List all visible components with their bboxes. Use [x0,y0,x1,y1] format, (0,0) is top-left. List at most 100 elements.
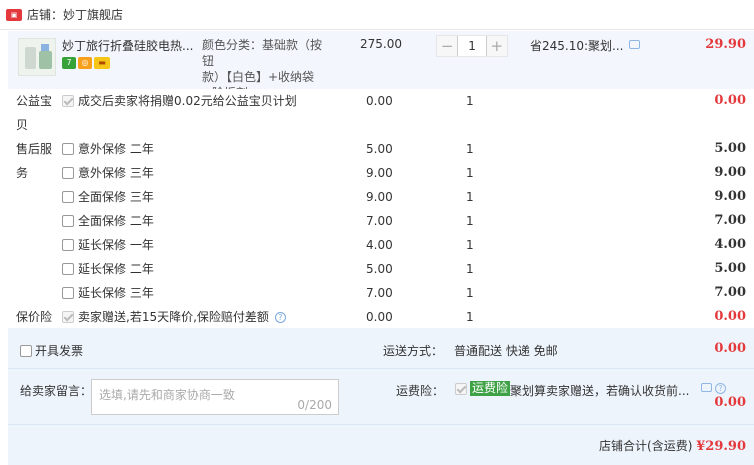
service-name: 延长保修 三年 [78,281,154,305]
service-name-text: 意外保修 三年 [78,166,154,180]
quantity-plus-button[interactable]: + [486,36,508,56]
service-name-text: 意外保修 二年 [78,142,154,156]
service-row: 全面保修 三年 9.00 1 9.00 [8,185,754,209]
service-row: 延长保修 三年 7.00 1 7.00 [8,281,754,305]
service-checkbox[interactable] [62,215,74,227]
guarantee-icon: ◎ [78,57,92,69]
service-row: 贝 [8,113,754,137]
service-qty: 1 [466,310,474,324]
service-name: 延长保修 一年 [78,233,154,257]
service-checkbox[interactable] [62,167,74,179]
insurance-tag: 运费险 [470,381,511,396]
shop-total: 店铺合计(含运费) ¥29.90 [599,437,746,454]
order-footer: 开具发票 运送方式： 普通配送 快递 免邮 0.00 给卖家留言： 选填,请先和… [8,328,754,465]
insurance-icons: ? [701,383,726,394]
service-qty: 1 [466,286,474,300]
service-name: 意外保修 三年 [78,161,154,185]
invoice-label: 开具发票 [35,344,84,358]
unit-price: 275.00 [360,37,402,51]
sku-line-2: 款）【白色】+收纳袋 [202,70,315,84]
item-subtotal: 29.90 [705,37,746,52]
shop-total-amount: ¥29.90 [696,439,746,454]
service-checkbox[interactable] [62,263,74,275]
quantity-input[interactable]: 1 [457,36,487,56]
service-subtotal: 9.00 [714,165,746,180]
service-row: 全面保修 二年 7.00 1 7.00 [8,209,754,233]
service-checkbox[interactable] [62,311,74,323]
service-qty: 1 [466,166,474,180]
service-subtotal: 0.00 [714,93,746,108]
message-icon[interactable] [629,40,640,49]
service-subtotal: 0.00 [714,309,746,324]
shipping-label: 运送方式： [383,344,444,358]
service-name: 全面保修 二年 [78,209,154,233]
service-name: 全面保修 三年 [78,185,154,209]
divider [8,368,754,369]
shipping-method[interactable]: 普通配送 快递 免邮 [454,342,558,359]
insurance-checkbox[interactable] [455,383,467,395]
service-qty: 1 [466,262,474,276]
service-name: 延长保修 二年 [78,257,154,281]
service-price: 7.00 [366,286,393,300]
service-price: 0.00 [366,94,393,108]
service-name: 成交后卖家将捐赠0.02元给公益宝贝计划 [78,89,297,113]
insurance-description: 聚划算卖家赠送，若确认收货前... [510,384,690,398]
seven-day-return-icon: 7 [62,57,76,69]
invoice-option[interactable]: 开具发票 [20,342,83,359]
service-name-text: 延长保修 二年 [78,262,154,276]
service-checkbox[interactable] [62,239,74,251]
product-badges: 7 ◎ ▬ [62,57,110,69]
promo-discount: 省245.10:聚划... [530,39,624,53]
invoice-checkbox[interactable] [20,344,32,357]
service-name-text: 全面保修 二年 [78,214,154,228]
service-options: 公益宝 成交后卖家将捐赠0.02元给公益宝贝计划 0.00 1 0.00 贝售后服 意外保修… [8,89,754,327]
quantity-stepper: − 1 + [436,35,508,57]
service-row: 延长保修 一年 4.00 1 4.00 [8,233,754,257]
service-name-text: 卖家赠送,若15天降价,保险赔付差额 [78,310,269,324]
service-checkbox[interactable] [62,143,74,155]
service-price: 9.00 [366,190,393,204]
service-checkbox[interactable] [62,287,74,299]
shop-icon: ▣ [6,8,22,21]
service-row: 延长保修 二年 5.00 1 5.00 [8,257,754,281]
service-row: 保价险 卖家赠送,若15天降价,保险赔付差额? 0.00 1 0.00 [8,305,754,329]
service-price: 0.00 [366,310,393,324]
service-subtotal: 5.00 [714,141,746,156]
service-row: 公益宝 成交后卖家将捐赠0.02元给公益宝贝计划 0.00 1 0.00 [8,89,754,113]
service-subtotal: 9.00 [714,189,746,204]
service-category: 贝 [16,118,29,132]
shop-name[interactable]: 店铺：妙丁旗舰店 [27,6,123,23]
insurance-label: 运费险： [396,384,445,398]
service-category: 保价险 [16,310,53,324]
divider [8,424,754,425]
service-subtotal: 5.00 [714,261,746,276]
service-row: 售后服 意外保修 二年 5.00 1 5.00 [8,137,754,161]
memo-label: 给卖家留言： [20,384,93,398]
memo-char-count: 0/200 [297,398,332,412]
service-checkbox[interactable] [62,191,74,203]
service-subtotal: 7.00 [714,213,746,228]
order-item-row: 妙丁旅行折叠硅胶电热... 7 ◎ ▬ 颜色分类：基础款（按钮 款）【白色】+收… [8,31,754,100]
quantity-minus-button[interactable]: − [437,36,458,56]
service-row: 务 意外保修 三年 9.00 1 9.00 [8,161,754,185]
help-icon[interactable]: ? [715,383,726,394]
memo-textarea[interactable]: 选填,请先和商家协商一致 0/200 [91,379,339,415]
service-checkbox[interactable] [62,95,74,107]
service-category: 公益宝 [16,94,53,108]
shop-header: ▣ 店铺：妙丁旗舰店 [0,0,754,30]
service-name-text: 成交后卖家将捐赠0.02元给公益宝贝计划 [78,94,297,108]
shipping-fee: 0.00 [714,341,746,356]
message-icon[interactable] [701,383,712,392]
insurance-fee: 0.00 [714,395,746,410]
service-qty: 1 [466,142,474,156]
service-name-text: 延长保修 一年 [78,238,154,252]
product-title[interactable]: 妙丁旅行折叠硅胶电热... [62,37,202,54]
service-subtotal: 7.00 [714,285,746,300]
service-subtotal: 4.00 [714,237,746,252]
service-name-text: 全面保修 三年 [78,190,154,204]
product-thumbnail[interactable] [18,38,56,76]
service-price: 5.00 [366,262,393,276]
help-icon[interactable]: ? [274,312,286,323]
memo-placeholder: 选填,请先和商家协商一致 [99,388,235,402]
service-price: 5.00 [366,142,393,156]
